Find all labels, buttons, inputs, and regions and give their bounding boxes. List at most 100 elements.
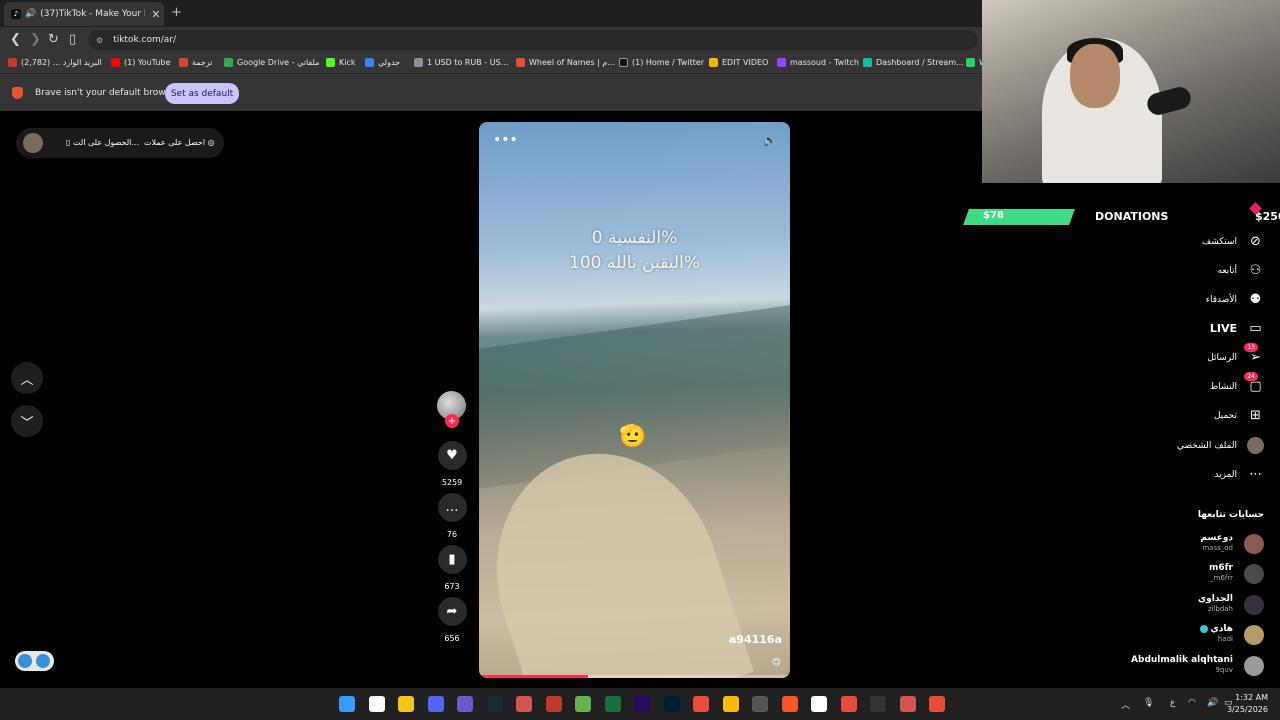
wifi-icon[interactable]: ◠ (1188, 698, 1196, 708)
reload-icon[interactable]: ↻ (48, 32, 59, 47)
account-name: Abdulmalik alqhtani (1131, 655, 1233, 665)
app-eu-2-icon[interactable] (899, 696, 916, 712)
show-hidden-icons-icon[interactable]: ︿ (1121, 698, 1130, 711)
video-player[interactable]: ••• 🔈 النفسية 0% اليقين بالله 100% 🫡 a94… (479, 122, 790, 678)
site-info-icon[interactable]: ⚙ (96, 36, 103, 45)
like-action[interactable]: ♥ 5259 (437, 441, 467, 487)
following-account[interactable]: الجداوي zilbdah (1034, 592, 1264, 618)
back-icon[interactable]: ❮ (10, 32, 21, 47)
following-account[interactable]: هادي hadi (1034, 622, 1264, 648)
nav-label: الرسائل (1207, 352, 1237, 363)
microphone-tray-icon[interactable]: 🎙 (1143, 698, 1154, 708)
bookmark-item[interactable]: Kick (326, 58, 356, 67)
volume-tray-icon[interactable]: 🔊 (1207, 698, 1218, 708)
previous-video-button[interactable]: ︿ (11, 362, 43, 394)
account-handle: mass_od (1202, 544, 1233, 552)
more-icon: ⋯ (1249, 467, 1262, 482)
excel-icon[interactable] (604, 696, 621, 712)
bookmark-save-icon[interactable]: ▮ (437, 545, 467, 574)
bookmark-item[interactable]: جدولي (365, 58, 400, 67)
follow-plus-icon[interactable]: + (445, 414, 459, 428)
app-red-icon[interactable] (545, 696, 562, 712)
bookmark-item[interactable]: 1 USD to RUB - US... (414, 58, 508, 67)
heart-icon[interactable]: ♥ (437, 441, 467, 470)
bookmark-item[interactable]: EDIT VIDEO (709, 58, 768, 67)
auto-scroll-toggle[interactable] (15, 651, 54, 671)
following-account[interactable]: Abdulmalik alqhtani 9quv (1034, 653, 1264, 679)
nav-explore[interactable]: استكشف ⊘ (1064, 233, 1264, 250)
premiere-icon[interactable] (634, 696, 650, 712)
video-username[interactable]: a94116a (729, 633, 782, 646)
media-player-icon[interactable] (457, 696, 473, 712)
nav-upload[interactable]: تحميل ⊞ (1064, 407, 1264, 424)
bookmark-item[interactable]: Dashboard / Stream... (863, 58, 964, 67)
app-box-icon[interactable] (870, 696, 886, 712)
nav-profile[interactable]: الملف الشخصي ​ (1064, 437, 1264, 454)
app-circle-icon[interactable] (752, 696, 768, 712)
bookmark-item[interactable]: ترجمة (179, 58, 213, 67)
nav-label: تحميل (1213, 410, 1237, 421)
following-account[interactable]: دوعسم mass_od (1034, 531, 1264, 557)
nav-friends[interactable]: أتابعه ⚇ (1064, 262, 1264, 279)
forward-icon[interactable]: ❯ (30, 32, 41, 47)
bookmark-item[interactable]: Google Drive - ملفاتي (224, 58, 319, 67)
bookmark-item[interactable]: massoud - Twitch (777, 58, 859, 67)
nav-messages[interactable]: الرسائل ➢ 13 (1064, 343, 1264, 366)
get-coins-link[interactable]: احصل على عملات ◎ (144, 138, 215, 147)
calendar-icon (365, 58, 374, 67)
speaker-icon[interactable]: 🔊 (25, 9, 36, 19)
nav-live[interactable]: LIVE ▭ (1064, 320, 1264, 337)
brave-lion-icon (12, 87, 23, 99)
comment-action[interactable]: … 76 (437, 493, 467, 539)
nav-activity[interactable]: النشاط ▢ 24 (1064, 372, 1264, 395)
more-options-icon[interactable]: ••• (493, 132, 518, 148)
volume-icon[interactable]: 🔈 (763, 134, 777, 147)
share-action[interactable]: ➦ 656 (437, 597, 467, 643)
top-actions-pill: ▯ الحصول على الت... احصل على عملات ◎ (16, 128, 224, 158)
tab-tiktok[interactable]: ♪ 🔊 (37)TikTok - Make Your Day ✕ (4, 2, 164, 26)
friends-icon: ⚉ (1249, 292, 1262, 307)
save-action[interactable]: ▮ 673 (437, 545, 467, 591)
search-icon[interactable] (368, 696, 385, 712)
windows-start-icon[interactable] (339, 696, 355, 712)
windows-taskbar: ︿ 🎙 ع ◠ 🔊 ▭ 1:32 AM 3/25/2026 (0, 688, 1280, 720)
avatar[interactable] (23, 133, 43, 153)
tab-title: (37)TikTok - Make Your Day (40, 9, 145, 19)
clock[interactable]: 1:32 AM 3/25/2026 (1227, 692, 1268, 716)
app-green-icon[interactable] (575, 696, 591, 712)
next-video-button[interactable]: ﹀ (11, 405, 43, 437)
get-app-link[interactable]: ▯ الحصول على الت... (66, 138, 139, 147)
app-red-2-icon[interactable] (693, 696, 709, 712)
close-tab-icon[interactable]: ✕ (151, 8, 160, 21)
following-account[interactable]: m6fr _m6frr (1034, 561, 1264, 587)
set-default-button[interactable]: Set as default (165, 83, 239, 104)
nav-more[interactable]: المزيد ⋯ (1064, 466, 1264, 483)
share-icon[interactable]: ➦ (437, 597, 467, 626)
app-cc-2-icon[interactable] (929, 696, 945, 712)
bookmark-item[interactable]: (1) YouTube (111, 58, 170, 67)
brave-icon[interactable] (781, 696, 798, 712)
comment-icon[interactable]: … (437, 493, 467, 522)
share-count: 656 (444, 634, 460, 643)
file-explorer-icon[interactable] (398, 696, 414, 712)
bookmark-icon[interactable]: ▯ (69, 32, 76, 47)
video-progress-bar[interactable] (479, 675, 790, 678)
address-bar[interactable]: ⚙ tiktok.com/ar/ (88, 30, 978, 50)
nav-following[interactable]: الأصدقاء ⚉ (1064, 291, 1264, 308)
steam-icon[interactable] (486, 696, 503, 712)
bookmark-item[interactable]: البريد الوارد ... (2,782) (8, 58, 102, 67)
photoshop-icon[interactable] (663, 696, 680, 712)
bookmark-item[interactable]: Wheel of Names | م... (516, 58, 615, 67)
streamer-face (1070, 44, 1120, 108)
chrome-icon[interactable] (722, 696, 739, 712)
app-eu-icon[interactable] (516, 696, 532, 712)
discord-icon[interactable] (427, 696, 444, 712)
nav-label: النشاط (1209, 381, 1237, 392)
capcut-icon[interactable] (811, 696, 827, 712)
coin-icon: ◎ (205, 138, 215, 147)
bookmark-item[interactable]: (1) Home / Twitter (619, 58, 704, 67)
language-indicator[interactable]: ع (1170, 698, 1175, 708)
get-app-label: الحصول على الت... (72, 138, 139, 147)
new-tab-button[interactable]: + (171, 5, 182, 20)
app-cc-icon[interactable] (840, 696, 857, 712)
